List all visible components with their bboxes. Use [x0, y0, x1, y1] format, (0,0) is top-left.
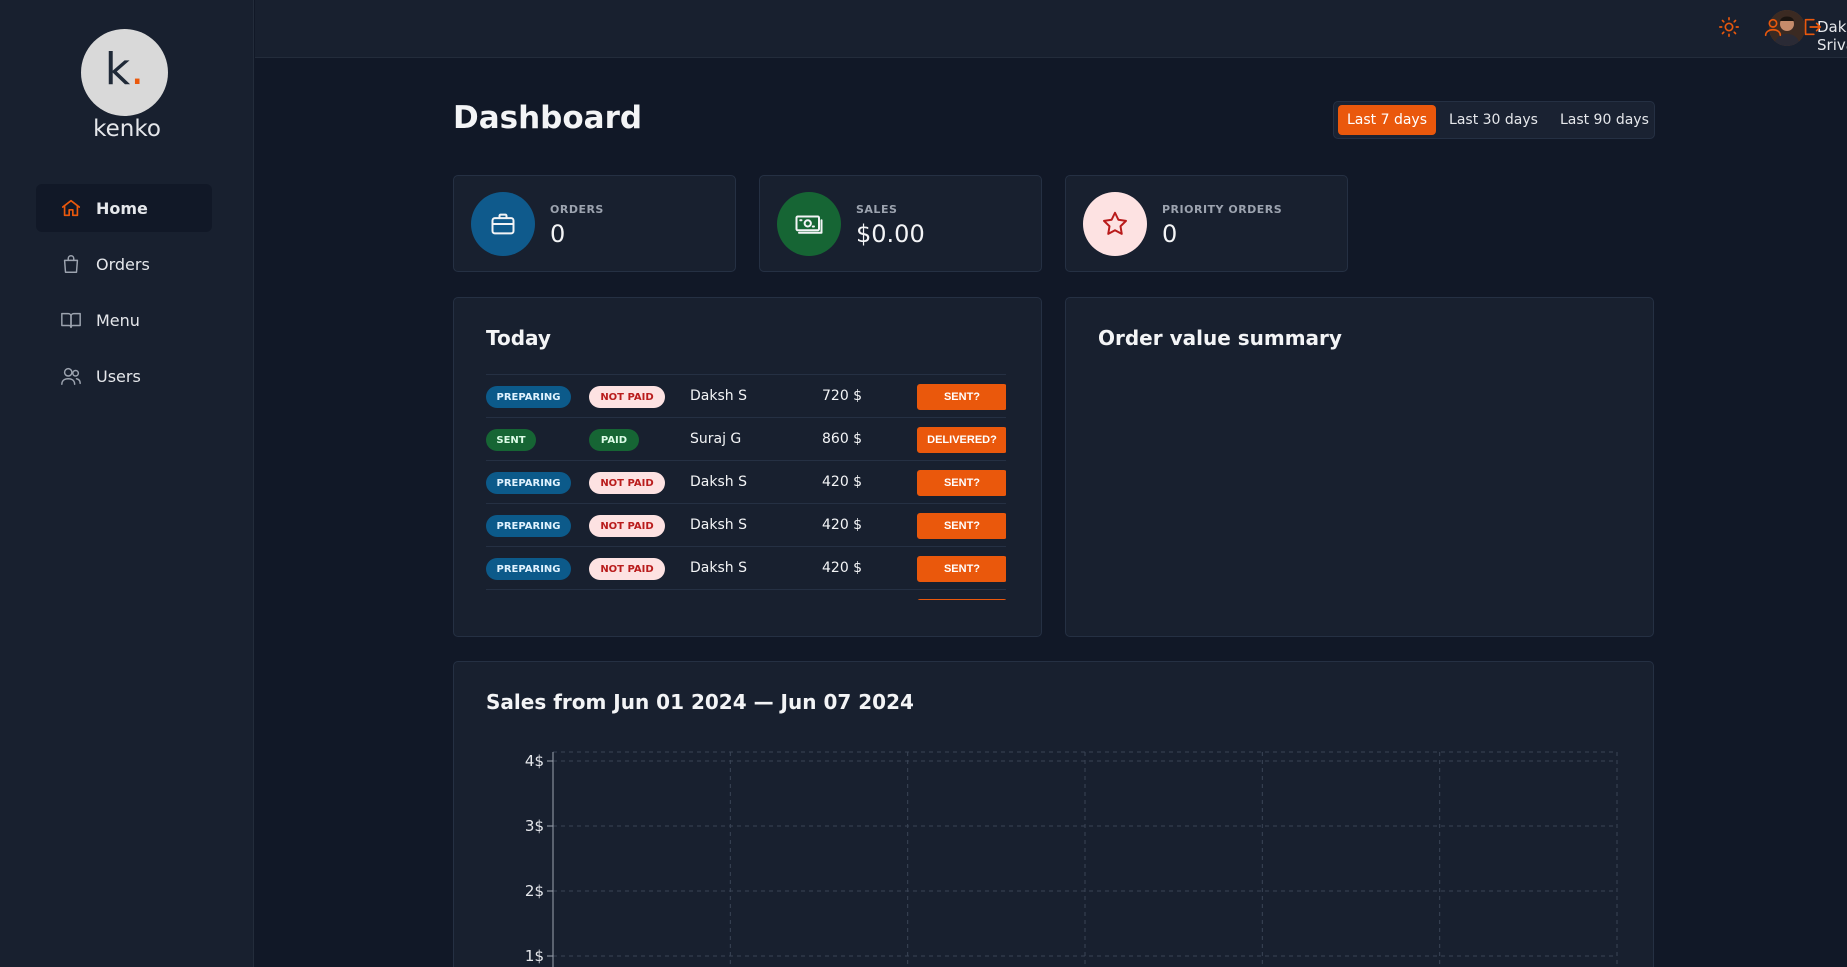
- star-icon: [1083, 192, 1147, 256]
- stat-value: $0.00: [856, 220, 925, 248]
- table-row-partial[interactable]: [486, 589, 1006, 600]
- customer-name: Daksh S: [690, 517, 747, 533]
- y-tick-label: 4$: [525, 752, 544, 770]
- banknote-icon: [777, 192, 841, 256]
- brand-name: kenko: [93, 116, 161, 142]
- order-amount: 860 $: [822, 431, 863, 447]
- stat-value: 0: [1162, 220, 1178, 248]
- mark-delivered-button[interactable]: DELIVERED?: [917, 427, 1006, 453]
- table-row[interactable]: PREPARING NOT PAID Daksh S 420 $ SENT?: [486, 503, 1006, 546]
- stat-card-priority-orders: PRIORITY ORDERS 0: [1065, 175, 1348, 272]
- card-title: Today: [486, 326, 551, 350]
- sidebar-item-label: Menu: [96, 310, 140, 330]
- topbar: Daksh Srivastava: [255, 0, 1847, 58]
- customer-name: Suraj G: [690, 431, 742, 447]
- sales-chart: 4$ 3$ 2$ 1$: [525, 751, 1618, 967]
- user-icon[interactable]: [1762, 16, 1784, 38]
- order-amount: 420 $: [822, 560, 863, 576]
- customer-name: Daksh S: [690, 474, 747, 490]
- order-list[interactable]: PREPARING NOT PAID Daksh S 720 $ SENT? S…: [486, 374, 1006, 600]
- payment-badge: NOT PAID: [589, 386, 665, 408]
- payment-badge: NOT PAID: [589, 515, 665, 537]
- stat-label: SALES: [856, 203, 898, 216]
- mark-sent-button[interactable]: SENT?: [917, 384, 1006, 410]
- table-row[interactable]: PREPARING NOT PAID Daksh S 420 $ SENT?: [486, 546, 1006, 589]
- logo-letter: k: [104, 43, 131, 95]
- shopping-bag-icon: [63, 255, 79, 273]
- y-tick-label: 2$: [525, 882, 544, 900]
- customer-name: Daksh S: [690, 560, 747, 576]
- sidebar-item-label: Users: [96, 366, 141, 386]
- sidebar-nav: Home Orders Menu Users: [36, 184, 212, 408]
- stat-label: PRIORITY ORDERS: [1162, 203, 1283, 216]
- sales-chart-card: Sales from Jun 01 2024 — Jun 07 2024 4$ 3…: [453, 661, 1654, 967]
- sidebar-item-menu[interactable]: Menu: [36, 296, 212, 344]
- payment-badge: PAID: [589, 429, 639, 451]
- table-row[interactable]: SENT PAID Suraj G 860 $ DELIVERED?: [486, 417, 1006, 460]
- date-range-selector: Last 7 days Last 30 days Last 90 days: [1333, 101, 1655, 139]
- status-badge: SENT: [486, 429, 536, 451]
- sidebar-item-label: Home: [96, 198, 148, 218]
- table-row[interactable]: PREPARING NOT PAID Daksh S 420 $ SENT?: [486, 460, 1006, 503]
- table-row[interactable]: PREPARING NOT PAID Daksh S 720 $ SENT?: [486, 374, 1006, 417]
- briefcase-icon: [471, 192, 535, 256]
- payment-badge: NOT PAID: [589, 558, 665, 580]
- users-icon: [61, 367, 81, 385]
- sidebar-item-home[interactable]: Home: [36, 184, 212, 232]
- stat-card-orders: ORDERS 0: [453, 175, 736, 272]
- order-amount: 720 $: [822, 388, 863, 404]
- range-last-30-days[interactable]: Last 30 days: [1440, 105, 1547, 135]
- mark-sent-button[interactable]: SENT?: [917, 513, 1006, 539]
- y-tick-label: 3$: [525, 817, 544, 835]
- range-last-7-days[interactable]: Last 7 days: [1338, 105, 1437, 135]
- order-amount: 420 $: [822, 517, 863, 533]
- logout-icon[interactable]: [1801, 16, 1823, 38]
- card-title: Order value summary: [1098, 326, 1342, 350]
- stat-card-sales: SALES $0.00: [759, 175, 1042, 272]
- y-tick-label: 1$: [525, 947, 544, 965]
- today-orders-card: Today PREPARING NOT PAID Daksh S 720 $ S…: [453, 297, 1042, 637]
- sidebar-item-users[interactable]: Users: [36, 352, 212, 400]
- payment-badge: NOT PAID: [589, 472, 665, 494]
- sidebar-item-label: Orders: [96, 254, 150, 274]
- customer-name: Daksh S: [690, 388, 747, 404]
- status-badge: PREPARING: [486, 386, 571, 408]
- mark-sent-button[interactable]: SENT?: [917, 470, 1006, 496]
- sidebar: k. kenko Home Orders Menu Users: [0, 0, 254, 967]
- page-title: Dashboard: [453, 100, 643, 136]
- brand-logo[interactable]: k.: [81, 29, 168, 116]
- logo-dot: .: [130, 43, 145, 95]
- book-open-icon: [61, 312, 81, 329]
- status-badge: PREPARING: [486, 558, 571, 580]
- sidebar-item-orders[interactable]: Orders: [36, 240, 212, 288]
- order-value-summary-card: Order value summary: [1065, 297, 1654, 637]
- action-button[interactable]: [917, 599, 1006, 600]
- range-last-90-days[interactable]: Last 90 days: [1551, 105, 1658, 135]
- home-icon: [61, 199, 81, 217]
- stat-label: ORDERS: [550, 203, 604, 216]
- mark-sent-button[interactable]: SENT?: [917, 556, 1006, 582]
- status-badge: PREPARING: [486, 472, 571, 494]
- order-amount: 420 $: [822, 474, 863, 490]
- status-badge: PREPARING: [486, 515, 571, 537]
- sun-icon[interactable]: [1718, 16, 1740, 38]
- stat-value: 0: [550, 220, 566, 248]
